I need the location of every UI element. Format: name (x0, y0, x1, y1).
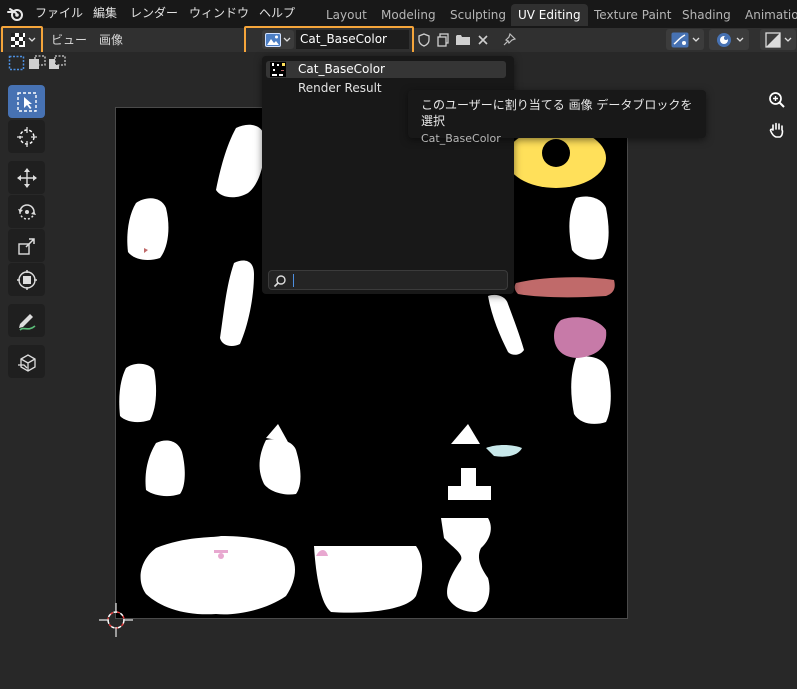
tooltip: このユーザーに割り当てる 画像 データブロックを選択 Cat_BaseColor (408, 90, 706, 145)
tooltip-description: このユーザーに割り当てる 画像 データブロックを選択 (421, 98, 693, 128)
top-menu-bar: ファイル 編集 レンダー ウィンドウ ヘルプ Layout Modeling S… (0, 0, 797, 28)
new-image-button[interactable] (434, 30, 452, 49)
menu-window[interactable]: ウィンドウ (189, 5, 249, 21)
shield-icon (418, 32, 430, 47)
select-subtract-icon[interactable] (48, 55, 66, 71)
hand-icon (769, 122, 784, 138)
menu-file[interactable]: ファイル (35, 5, 83, 21)
cube-grab-icon (17, 353, 36, 372)
select-new-icon[interactable] (8, 55, 26, 71)
pan-button[interactable] (764, 117, 790, 143)
dropdown-item-label: Cat_BaseColor (298, 62, 385, 76)
chevron-down-icon (736, 37, 743, 42)
chevron-down-icon (28, 37, 36, 42)
cursor-icon (16, 126, 37, 147)
tool-move[interactable] (8, 161, 45, 194)
tool-transform[interactable] (8, 263, 45, 296)
select-extend-icon[interactable] (28, 55, 46, 71)
tab-animation[interactable]: Animation (738, 4, 797, 26)
editor-type-button[interactable] (5, 29, 41, 51)
open-image-button[interactable] (454, 30, 472, 49)
zoom-icon (769, 92, 785, 108)
uv-sync-icon (671, 32, 688, 47)
2d-cursor-icon[interactable] (99, 603, 133, 637)
tab-layout[interactable]: Layout (319, 4, 374, 26)
tool-select-box[interactable] (8, 85, 45, 118)
image-thumbnail-icon (270, 62, 286, 77)
menu-edit[interactable]: 編集 (93, 5, 117, 21)
overlay-icon (716, 32, 731, 47)
close-icon (478, 34, 488, 45)
tab-shading[interactable]: Shading (675, 4, 738, 26)
tool-cursor[interactable] (8, 120, 45, 153)
tab-texture-paint[interactable]: Texture Paint (587, 4, 678, 26)
tool-rotate[interactable] (8, 195, 45, 228)
image-browse-button[interactable] (262, 30, 294, 49)
selection-mode-group (8, 55, 66, 71)
menu-view[interactable]: ビュー (51, 31, 87, 48)
chevron-down-icon (784, 37, 791, 42)
move-icon (16, 167, 37, 188)
display-channels-icon (764, 31, 781, 48)
annotate-pencil-icon (18, 313, 36, 331)
blender-logo-icon[interactable] (6, 4, 26, 24)
duplicate-icon (437, 32, 449, 47)
tooltip-value: Cat_BaseColor (421, 132, 501, 145)
display-channels-button[interactable] (760, 29, 796, 50)
chevron-down-icon (283, 37, 291, 42)
tab-uv-editing[interactable]: UV Editing (511, 4, 588, 26)
pin-button[interactable] (500, 30, 518, 49)
scale-icon (17, 237, 35, 255)
search-icon (273, 275, 286, 288)
tab-modeling[interactable]: Modeling (374, 4, 443, 26)
dropdown-search-field[interactable] (268, 270, 508, 290)
pin-icon (503, 32, 516, 45)
image-name-field[interactable]: Cat_BaseColor (296, 30, 409, 49)
dropdown-item-cat-basecolor[interactable]: Cat_BaseColor (266, 61, 506, 78)
tool-scale[interactable] (8, 229, 45, 262)
uv-sync-button[interactable] (666, 29, 704, 50)
zoom-button[interactable] (764, 87, 790, 113)
tab-sculpting[interactable]: Sculpting (443, 4, 513, 26)
chevron-down-icon (692, 37, 699, 42)
image-icon (265, 32, 281, 47)
tool-annotate[interactable] (8, 304, 45, 337)
menu-help[interactable]: ヘルプ (259, 5, 295, 21)
menu-render[interactable]: レンダー (130, 5, 178, 21)
rotate-icon (17, 203, 36, 220)
fake-user-button[interactable] (415, 30, 433, 49)
select-box-icon (16, 91, 37, 112)
tool-grab[interactable] (8, 345, 45, 378)
menu-image[interactable]: 画像 (99, 31, 123, 48)
unlink-button[interactable] (474, 30, 492, 49)
folder-icon (456, 34, 470, 45)
text-caret (293, 274, 294, 287)
overlay-button[interactable] (709, 29, 749, 50)
transform-icon (16, 269, 37, 290)
checker-image-icon (11, 33, 25, 47)
dropdown-item-label: Render Result (298, 81, 382, 95)
